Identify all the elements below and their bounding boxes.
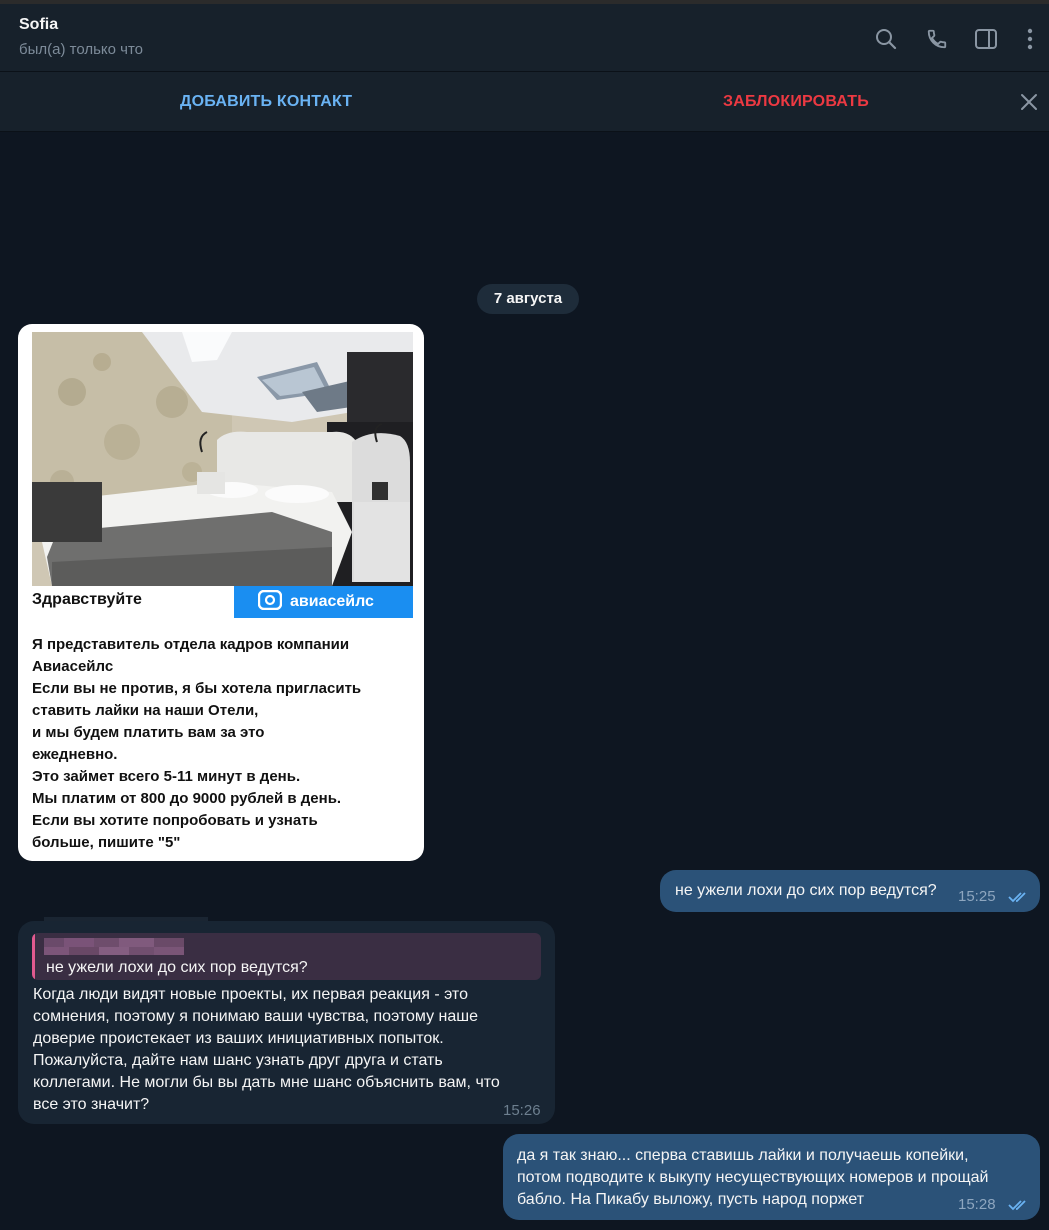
close-icon[interactable] [1018,91,1040,113]
message-line: доверие проистекает из ваших инициативны… [33,1030,444,1047]
message-line: сомнения, поэтому я понимаю ваши чувства… [33,1008,479,1025]
message-text: Когда люди видят новые проекты, их перва… [33,984,500,1116]
phone-icon[interactable] [924,26,950,52]
aviasales-logo-icon [257,589,283,615]
card-line: Это займет всего 5-11 минут в день. [32,768,301,785]
read-checkmarks-icon [1008,1200,1026,1211]
card-body-text: Я представитель отдела кадров компании А… [32,634,412,854]
image-message[interactable]: Здравствуйте авиасейлс Я представитель о… [18,324,424,861]
outgoing-message[interactable]: не ужели лохи до сих пор ведутся? 15:25 [660,870,1040,912]
reply-quote[interactable]: не ужели лохи до сих пор ведутся? [32,933,541,980]
reply-author-redacted [44,938,184,955]
hotel-room-photo[interactable] [32,332,413,586]
message-time: 15:25 [958,888,996,905]
chat-header: Sofia был(а) только что [0,4,1049,72]
read-checkmarks-icon [1008,892,1026,903]
message-time: 15:28 [958,1196,996,1213]
card-greeting: Здравствуйте [32,591,142,608]
message-line: да я так знаю... сперва ставишь лайки и … [517,1147,969,1164]
more-icon[interactable] [1017,26,1043,52]
message-line: коллегами. Не могли бы вы дать мне шанс … [33,1074,500,1091]
card-line: ежедневно. [32,746,118,763]
message-line: Пожалуйста, дайте нам шанс узнать друг д… [33,1052,443,1069]
sidebar-toggle-icon[interactable] [973,26,999,52]
card-line: Если вы хотите попробовать и узнать [32,812,318,829]
block-button[interactable]: ЗАБЛОКИРОВАТЬ [723,93,869,111]
contact-status: был(а) только что [19,41,144,58]
message-line: Когда люди видят новые проекты, их перва… [33,986,468,1003]
contact-action-bar: ДОБАВИТЬ КОНТАКТ ЗАБЛОКИРОВАТЬ [0,72,1049,132]
add-contact-button[interactable]: ДОБАВИТЬ КОНТАКТ [180,93,352,111]
brand-name: авиасейлс [290,593,374,610]
message-line: бабло. На Пикабу выложу, пусть народ пор… [517,1191,865,1208]
message-line: все это значит? [33,1096,150,1113]
outgoing-message[interactable]: да я так знаю... сперва ставишь лайки и … [503,1134,1040,1220]
date-separator: 7 августа [477,284,579,314]
card-line: Авиасейлс [32,658,114,675]
message-text: да я так знаю... сперва ставишь лайки и … [517,1145,988,1211]
card-line: больше, пишите "5" [32,834,181,851]
card-line: Если вы не против, я бы хотела пригласит… [32,680,362,697]
reply-quote-text: не ужели лохи до сих пор ведутся? [46,959,308,976]
reply-accent-bar [32,933,35,980]
message-line: потом подводите к выкупу несуществующих … [517,1169,989,1186]
card-line: Мы платим от 800 до 9000 рублей в день. [32,790,342,807]
search-icon[interactable] [873,26,899,52]
card-line: ставить лайки на наши Отели, [32,702,259,719]
message-text: не ужели лохи до сих пор ведутся? [675,882,937,899]
contact-name[interactable]: Sofia [19,16,58,34]
card-line: и мы будем платить вам за это [32,724,265,741]
aviasales-badge: авиасейлс [234,586,413,618]
message-time: 15:26 [503,1102,541,1119]
card-line: Я представитель отдела кадров компании [32,636,350,653]
